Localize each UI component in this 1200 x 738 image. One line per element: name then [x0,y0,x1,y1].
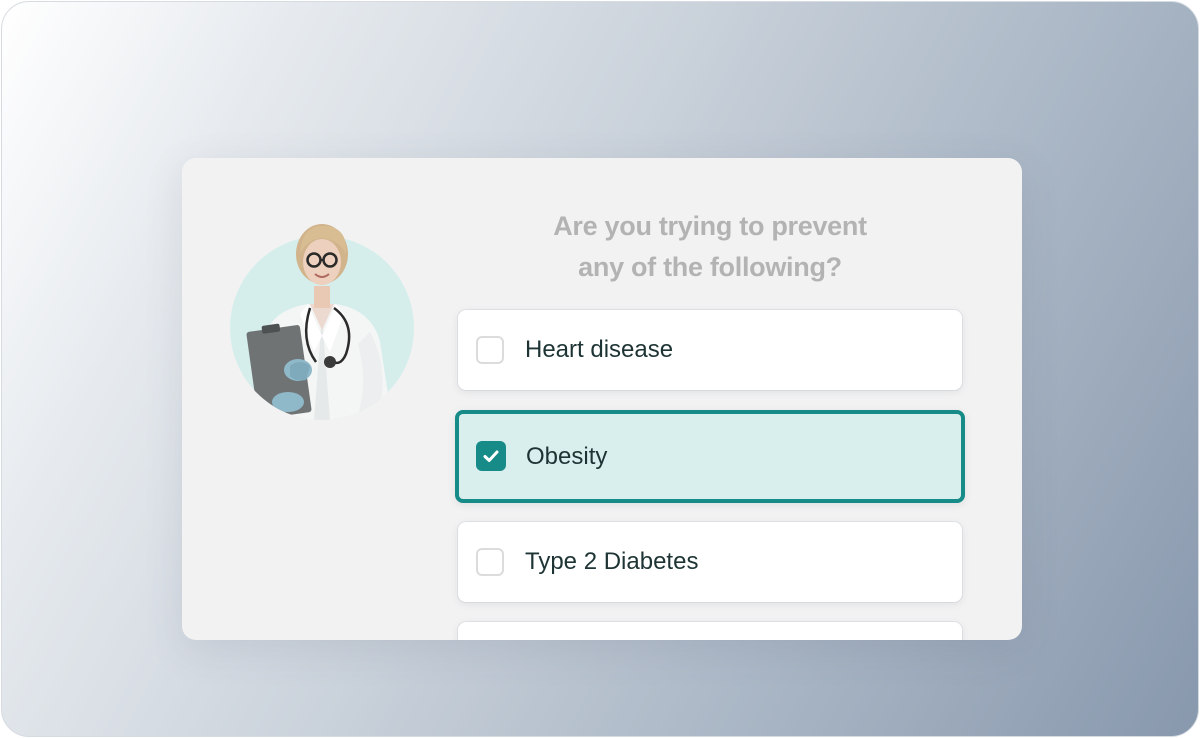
doctor-avatar [230,220,414,420]
question-heading: Are you trying to prevent any of the fol… [458,206,962,288]
survey-card: Are you trying to prevent any of the fol… [182,158,1022,640]
question-line-1: Are you trying to prevent [553,211,867,241]
doctor-illustration [230,224,414,420]
option-partially-visible[interactable] [458,622,962,640]
checkbox-type-2-diabetes[interactable] [476,548,504,576]
checkbox-obesity[interactable] [476,441,506,471]
option-label: Type 2 Diabetes [525,548,699,575]
checkbox-heart-disease[interactable] [476,336,504,364]
option-type-2-diabetes[interactable]: Type 2 Diabetes [458,522,962,602]
question-line-2: any of the following? [578,252,842,282]
option-heart-disease[interactable]: Heart disease [458,310,962,390]
check-icon [483,450,499,462]
option-label: Heart disease [525,336,674,363]
option-obesity[interactable]: Obesity [455,410,965,503]
background-frame: Are you trying to prevent any of the fol… [1,1,1199,737]
option-label: Obesity [526,443,608,470]
